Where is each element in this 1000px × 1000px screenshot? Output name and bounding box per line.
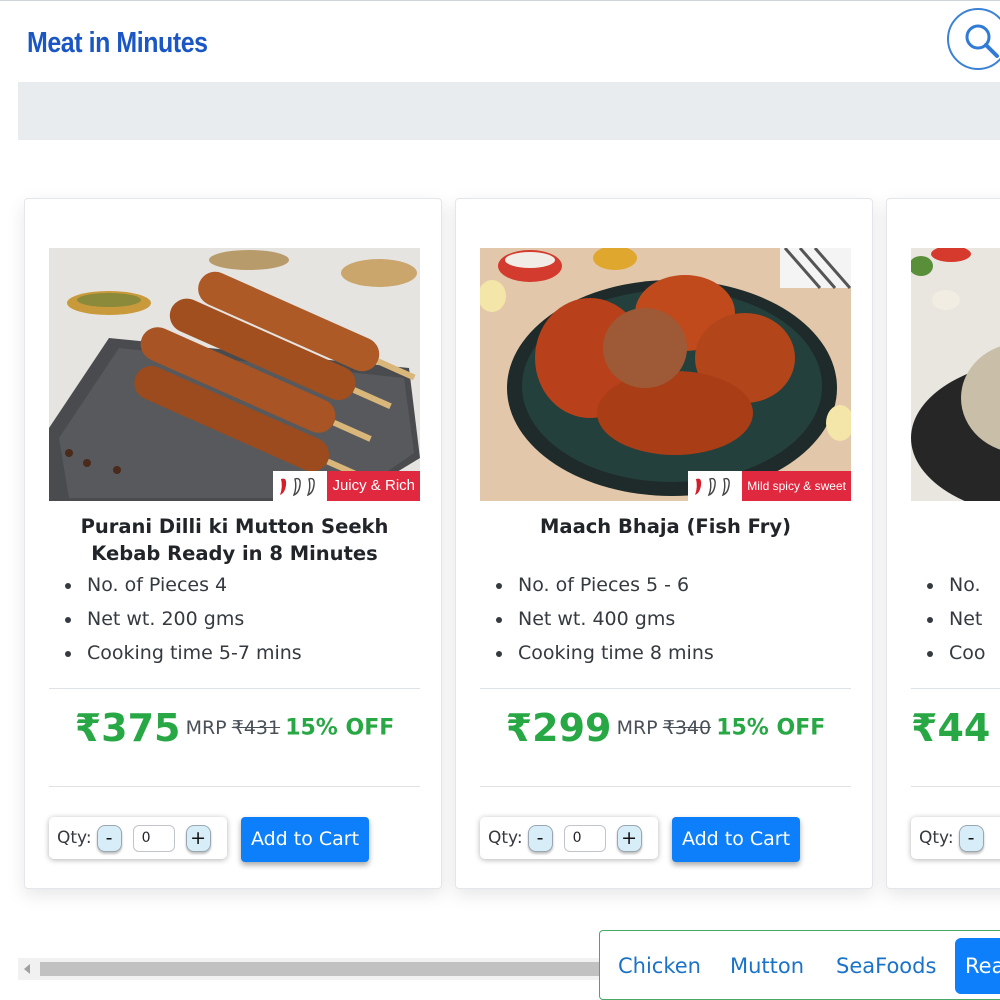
product-details: No. Net Coo xyxy=(945,568,986,670)
chili-icon xyxy=(688,475,742,497)
product-image[interactable]: Juicy & Rich xyxy=(49,248,420,501)
mrp-label: MRP xyxy=(185,717,227,739)
flavor-tag: Juicy & Rich xyxy=(273,471,420,501)
product-image[interactable]: Mild spicy & sweet xyxy=(480,248,851,501)
detail-pieces: No. of Pieces 5 - 6 xyxy=(514,568,714,602)
category-nav: Chicken Mutton SeaFoods Rea xyxy=(599,930,1000,1000)
flavor-tag: Mild spicy & sweet xyxy=(688,471,851,501)
search-button[interactable] xyxy=(947,8,1000,70)
qty-label: Qty: xyxy=(919,828,954,848)
detail-pieces: No. of Pieces 4 xyxy=(83,568,302,602)
mrp-price: ₹340 xyxy=(662,717,712,739)
divider xyxy=(480,688,851,689)
price-row: ₹44 xyxy=(911,706,1000,750)
qty-input[interactable]: 0 xyxy=(563,824,606,852)
sale-price: ₹299 xyxy=(505,706,612,750)
product-card: Juicy & Rich Purani Dilli ki Mutton Seek… xyxy=(24,198,442,889)
detail-pieces: No. xyxy=(945,568,986,602)
promo-banner xyxy=(18,82,1000,140)
sale-price: ₹44 xyxy=(911,706,991,750)
qty-decrement-button[interactable]: - xyxy=(96,824,122,852)
top-divider xyxy=(0,0,1000,1)
detail-weight: Net wt. 400 gms xyxy=(514,602,714,636)
page: Meat in Minutes Juicy & Rich Purani Dill… xyxy=(0,0,1000,1000)
product-carousel: Juicy & Rich Purani Dilli ki Mutton Seek… xyxy=(18,160,1000,920)
scroll-left-arrow-icon[interactable] xyxy=(24,964,30,974)
add-to-cart-button[interactable]: Add to Cart xyxy=(672,817,800,862)
sale-price: ₹375 xyxy=(74,706,181,750)
divider xyxy=(911,786,1000,787)
chili-icon xyxy=(273,475,327,497)
divider xyxy=(480,786,851,787)
divider xyxy=(49,688,420,689)
qty-label: Qty: xyxy=(57,828,92,848)
category-ready-active[interactable]: Rea xyxy=(955,938,1000,994)
flavor-tag-label: Mild spicy & sweet xyxy=(742,471,851,501)
category-seafoods[interactable]: SeaFoods xyxy=(836,931,936,1000)
detail-weight: Net wt. 200 gms xyxy=(83,602,302,636)
divider xyxy=(911,688,1000,689)
mrp-price: ₹431 xyxy=(231,717,281,739)
quantity-stepper: Qty: - 0 + xyxy=(49,817,227,859)
detail-cooking-time: Cooking time 8 mins xyxy=(514,636,714,670)
qty-increment-button[interactable]: + xyxy=(185,824,211,852)
detail-cooking-time: Cooking time 5-7 mins xyxy=(83,636,302,670)
qty-increment-button[interactable]: + xyxy=(616,824,642,852)
price-row: ₹375 MRP ₹431 15% OFF xyxy=(49,706,420,750)
divider xyxy=(49,786,420,787)
qty-decrement-button[interactable]: - xyxy=(958,824,984,852)
discount-badge: 15% OFF xyxy=(285,715,395,741)
product-title[interactable]: Maach Bhaja (Fish Fry) xyxy=(480,513,851,540)
detail-cooking-time: Coo xyxy=(945,636,986,670)
category-mutton[interactable]: Mutton xyxy=(730,931,804,1000)
scrollbar-thumb[interactable] xyxy=(40,962,620,976)
quantity-stepper: Qty: - 0 + xyxy=(480,817,658,859)
search-icon xyxy=(965,24,999,58)
product-card: Mild spicy & sweet Maach Bhaja (Fish Fry… xyxy=(455,198,873,889)
add-to-cart-button[interactable]: Add to Cart xyxy=(241,817,369,862)
mrp-label: MRP xyxy=(616,717,658,739)
price-row: ₹299 MRP ₹340 15% OFF xyxy=(480,706,851,750)
product-details: No. of Pieces 5 - 6 Net wt. 400 gms Cook… xyxy=(514,568,714,670)
quantity-stepper: Qty: - xyxy=(911,817,1000,859)
brand-logo[interactable]: Meat in Minutes xyxy=(27,27,208,60)
product-title[interactable]: Purani Dilli ki Mutton Seekh Kebab Ready… xyxy=(49,513,420,567)
discount-badge: 15% OFF xyxy=(716,715,826,741)
product-card: No. Net Coo ₹44 Qty: - xyxy=(886,198,1000,889)
category-chicken[interactable]: Chicken xyxy=(618,931,701,1000)
qty-label: Qty: xyxy=(488,828,523,848)
qty-decrement-button[interactable]: - xyxy=(527,824,553,852)
detail-weight: Net xyxy=(945,602,986,636)
product-image[interactable] xyxy=(911,248,1000,501)
flavor-tag-label: Juicy & Rich xyxy=(327,471,420,501)
horizontal-scrollbar[interactable] xyxy=(18,958,620,980)
qty-input[interactable]: 0 xyxy=(132,824,175,852)
product-details: No. of Pieces 4 Net wt. 200 gms Cooking … xyxy=(83,568,302,670)
